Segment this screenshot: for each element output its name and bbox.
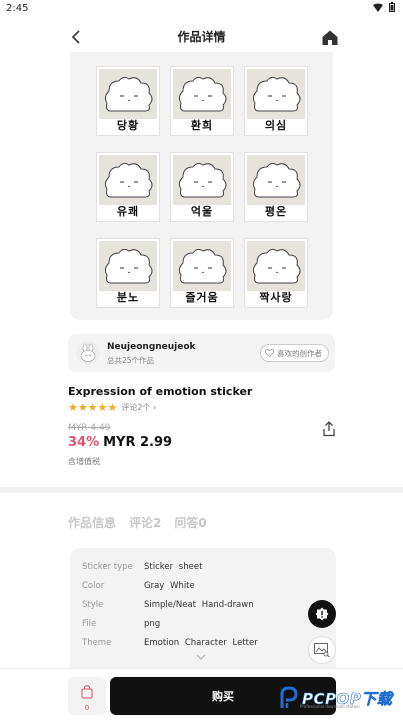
- info-row: Style Simple/Neat Hand-drawn: [82, 600, 254, 610]
- bunny-avatar-icon: [80, 343, 96, 362]
- star-icon: ★: [107, 401, 118, 414]
- info-row: Color Gray White: [82, 581, 195, 591]
- sticker-item[interactable]: 의심: [244, 66, 308, 136]
- info-row: File png: [82, 619, 160, 629]
- star-icon: ★: [77, 401, 88, 414]
- price-row: 34% MYR 2.99: [68, 435, 172, 450]
- status-bar: 2:45: [0, 0, 403, 18]
- share-icon: [323, 421, 335, 437]
- alert-badge-icon: [315, 607, 329, 621]
- bunny-face-icon: [104, 162, 153, 198]
- home-button[interactable]: [320, 26, 340, 48]
- star-icon: ★: [97, 401, 108, 414]
- status-time: 2:45: [6, 3, 29, 14]
- star-icon: ★: [87, 401, 98, 414]
- info-value: Gray White: [144, 581, 195, 591]
- favorite-creator-label: 喜欢的创作者: [277, 348, 322, 358]
- pcpop-logo-icon: [280, 686, 298, 708]
- buy-button-label: 购买: [212, 690, 234, 703]
- image-search-icon: [314, 643, 330, 657]
- sticker-label: 짝사랑: [259, 291, 293, 304]
- bunny-face-icon: [252, 248, 301, 284]
- page-title: 作品详情: [177, 30, 226, 44]
- creator-work-count: 总共25个作品: [107, 356, 155, 365]
- original-price: MYR 4.49: [68, 423, 111, 433]
- bunny-face-icon: [178, 162, 227, 198]
- bunny-face-icon: [104, 248, 153, 284]
- info-value: Sticker sheet: [144, 562, 203, 572]
- bunny-face-icon: [178, 248, 227, 284]
- tab-reviews[interactable]: 评论2: [129, 514, 161, 531]
- chevron-down-icon[interactable]: [196, 654, 206, 660]
- sticker-item[interactable]: 짝사랑: [244, 238, 308, 308]
- favorite-creator-button[interactable]: 喜欢的创作者: [260, 344, 329, 362]
- share-button[interactable]: [322, 421, 338, 439]
- creator-name: Neujeongneujeok: [107, 342, 196, 352]
- sticker-grid: 당황 환희 의심유쾌 억울 평온분노 즐거움 짝사랑: [96, 66, 310, 308]
- heart-icon: [265, 349, 274, 357]
- alert-fab-button[interactable]: [308, 600, 336, 628]
- detail-tabs: 作品信息 评论2 问答0: [68, 514, 207, 531]
- cart-count: 0: [84, 704, 90, 712]
- product-info-card: Sticker type Sticker sheet Color Gray Whit…: [70, 548, 336, 678]
- sticker-label: 평온: [264, 205, 288, 218]
- info-key: Color: [82, 581, 105, 591]
- cart-button[interactable]: 0: [68, 677, 106, 715]
- discount-percent: 34%: [68, 435, 100, 450]
- info-key: Style: [82, 600, 104, 610]
- sticker-item[interactable]: 유쾌: [96, 152, 160, 222]
- watermark-subtext: Professional download station: [300, 704, 360, 709]
- status-icons: [373, 2, 395, 12]
- sticker-item[interactable]: 환희: [170, 66, 234, 136]
- sticker-item[interactable]: 당황: [96, 66, 160, 136]
- info-value: Simple/Neat Hand-drawn: [144, 600, 254, 610]
- section-divider: [0, 487, 403, 493]
- info-key: Theme: [82, 638, 112, 648]
- wifi-icon: [373, 3, 383, 12]
- sticker-item[interactable]: 억울: [170, 152, 234, 222]
- reviews-link-label: 评论2个: [121, 403, 151, 412]
- sticker-label: 억울: [190, 205, 214, 218]
- sticker-item[interactable]: 분노: [96, 238, 160, 308]
- info-key: Sticker type: [82, 562, 133, 572]
- info-row: Sticker type Sticker sheet: [82, 562, 202, 572]
- sticker-label: 유쾌: [116, 205, 140, 218]
- info-key: File: [82, 619, 97, 629]
- tab-qa[interactable]: 问答0: [174, 514, 206, 531]
- shopping-bag-icon: [81, 685, 93, 699]
- info-row: Theme Emotion Character Letter: [82, 638, 258, 648]
- sticker-preview[interactable]: 당황 환희 의심유쾌 억울 평온분노 즐거움 짝사랑: [70, 52, 333, 320]
- sticker-label: 분노: [116, 291, 140, 304]
- star-icon: ★: [68, 401, 78, 414]
- image-search-fab-button[interactable]: [308, 636, 336, 664]
- sticker-item[interactable]: 평온: [244, 152, 308, 222]
- bunny-face-icon: [252, 76, 301, 112]
- sticker-label: 환희: [190, 119, 214, 132]
- sticker-label: 의심: [264, 119, 288, 132]
- bunny-face-icon: [252, 162, 301, 198]
- home-icon: [322, 30, 338, 45]
- bunny-face-icon: [178, 76, 227, 112]
- header: 作品详情: [0, 22, 403, 52]
- reviews-link[interactable]: 评论2个 ›: [121, 402, 156, 413]
- product-title: Expression of emotion sticker: [68, 385, 253, 398]
- sticker-label: 즐거움: [185, 291, 219, 304]
- tax-note: 含增值税: [68, 457, 100, 466]
- rating-row: ★ ★ ★ ★ ★ 评论2个 ›: [68, 402, 156, 413]
- info-value: Emotion Character Letter: [144, 638, 258, 648]
- battery-icon: [389, 2, 395, 12]
- star-rating: ★ ★ ★ ★ ★: [68, 402, 117, 413]
- sticker-label: 당황: [116, 119, 140, 132]
- sticker-item[interactable]: 즐거움: [170, 238, 234, 308]
- creator-card[interactable]: Neujeongneujeok 总共25个作品 喜欢的创作者: [68, 334, 335, 372]
- tab-product-info[interactable]: 作品信息: [68, 514, 116, 531]
- pcpop-watermark: PCPOP下载 Professional download station: [278, 684, 392, 712]
- creator-avatar: [76, 341, 100, 365]
- info-value: png: [144, 619, 161, 629]
- bunny-face-icon: [104, 76, 153, 112]
- current-price: MYR 2.99: [103, 435, 173, 450]
